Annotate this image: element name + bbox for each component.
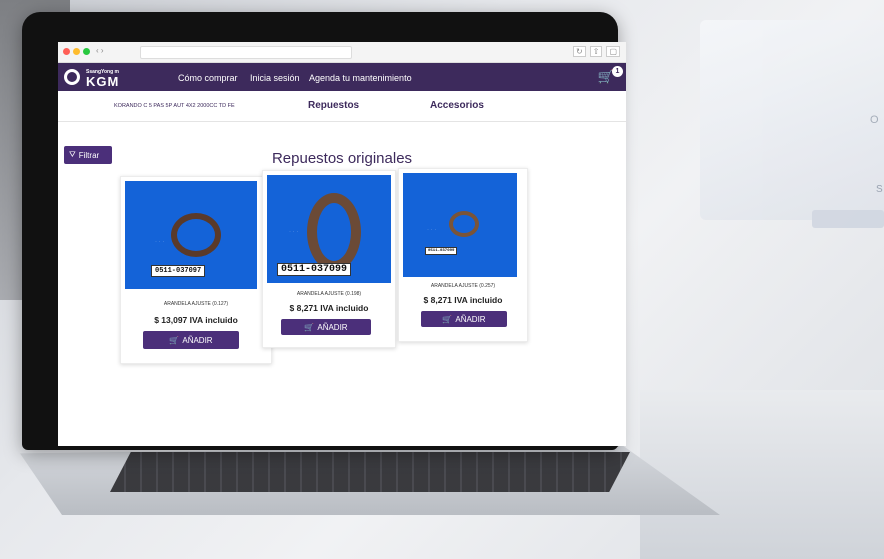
browser-toolbar: ↻ ⇧ ▢ <box>573 46 620 57</box>
background-glyph: S <box>876 184 883 195</box>
site-header: SsangYong m KGM Cómo comprar Inicia sesi… <box>58 63 626 91</box>
product-image[interactable]: · · · 0511-037099 <box>403 173 517 277</box>
add-to-cart-button[interactable]: 🛒 AÑADIR <box>421 311 507 327</box>
background-monitor-glyph: O <box>870 114 879 126</box>
product-image[interactable]: · · · 0511-037097 <box>125 181 257 289</box>
laptop-lid: ‹ › ↻ ⇧ ▢ SsangYong m KGM Cómo comprar I… <box>22 12 626 450</box>
cart-count-badge: 1 <box>612 66 623 77</box>
image-watermark: · · · <box>155 239 165 245</box>
nav-agenda-mantenimiento[interactable]: Agenda tu mantenimiento <box>309 73 412 83</box>
product-card: · · · 0511-037097 ARANDELA AJUSTE (0.127… <box>120 176 272 364</box>
minimize-window-icon[interactable] <box>73 48 80 55</box>
vehicle-model: KORANDO C 5 PAS 5P AUT 4X2 2000CC TD FE <box>114 103 235 109</box>
add-to-cart-label: AÑADIR <box>317 322 348 332</box>
part-code-label: 0511-037099 <box>277 263 352 276</box>
section-title: Repuestos originales <box>271 150 413 167</box>
browser-chrome: ‹ › ↻ ⇧ ▢ <box>58 42 626 63</box>
add-to-cart-label: AÑADIR <box>455 314 486 324</box>
washer-image <box>307 193 361 271</box>
brand-name: KGM <box>86 74 120 89</box>
tabs-icon[interactable]: ▢ <box>606 46 620 57</box>
product-price: $ 8,271 IVA incluido <box>423 295 503 305</box>
background-monitor-bar <box>812 210 884 228</box>
nav-inicia-sesion[interactable]: Inicia sesión <box>250 73 300 83</box>
part-code-label: 0511-037097 <box>151 265 206 277</box>
product-price: $ 13,097 IVA incluido <box>154 315 238 325</box>
close-window-icon[interactable] <box>63 48 70 55</box>
add-to-cart-label: AÑADIR <box>182 335 213 345</box>
washer-image <box>171 213 221 257</box>
tab-accesorios[interactable]: Accesorios <box>430 100 484 111</box>
laptop-keyboard <box>110 452 630 492</box>
background-keyboard: S <box>640 184 884 559</box>
tab-repuestos[interactable]: Repuestos <box>308 100 359 111</box>
image-watermark: · · · <box>289 229 299 235</box>
cart-icon: 🛒 <box>442 314 453 324</box>
add-to-cart-button[interactable]: 🛒 AÑADIR <box>143 331 239 349</box>
part-code-label: 0511-037099 <box>425 247 458 255</box>
maximize-window-icon[interactable] <box>83 48 90 55</box>
product-image[interactable]: · · · 0511-037099 <box>267 175 391 283</box>
background-monitor: O <box>700 20 884 228</box>
laptop-screen: ‹ › ↻ ⇧ ▢ SsangYong m KGM Cómo comprar I… <box>58 42 626 446</box>
address-bar[interactable] <box>140 46 352 59</box>
browser-nav-arrows-icon[interactable]: ‹ › <box>96 46 104 55</box>
cart-icon: 🛒 <box>169 335 180 345</box>
reload-icon[interactable]: ↻ <box>573 46 586 57</box>
washer-image <box>449 211 479 237</box>
product-name: ARANDELA AJUSTE (0.127) <box>163 301 229 307</box>
add-to-cart-button[interactable]: 🛒 AÑADIR <box>281 319 371 335</box>
image-watermark: · · · <box>427 227 437 233</box>
cart-icon: 🛒 <box>304 322 315 332</box>
product-card: · · · 0511-037099 ARANDELA AJUSTE (0.198… <box>262 170 396 348</box>
product-name: ARANDELA AJUSTE (0.257) <box>430 283 496 289</box>
product-price: $ 8,271 IVA incluido <box>289 303 369 313</box>
nav-como-comprar[interactable]: Cómo comprar <box>178 73 238 83</box>
sub-navigation: KORANDO C 5 PAS 5P AUT 4X2 2000CC TD FE … <box>58 91 626 122</box>
brand-logo[interactable]: SsangYong m KGM <box>64 66 134 89</box>
brand-mark-icon <box>64 69 80 85</box>
share-icon[interactable]: ⇧ <box>589 46 603 57</box>
product-name: ARANDELA AJUSTE (0.198) <box>296 291 362 297</box>
product-card: · · · 0511-037099 ARANDELA AJUSTE (0.257… <box>398 168 528 342</box>
